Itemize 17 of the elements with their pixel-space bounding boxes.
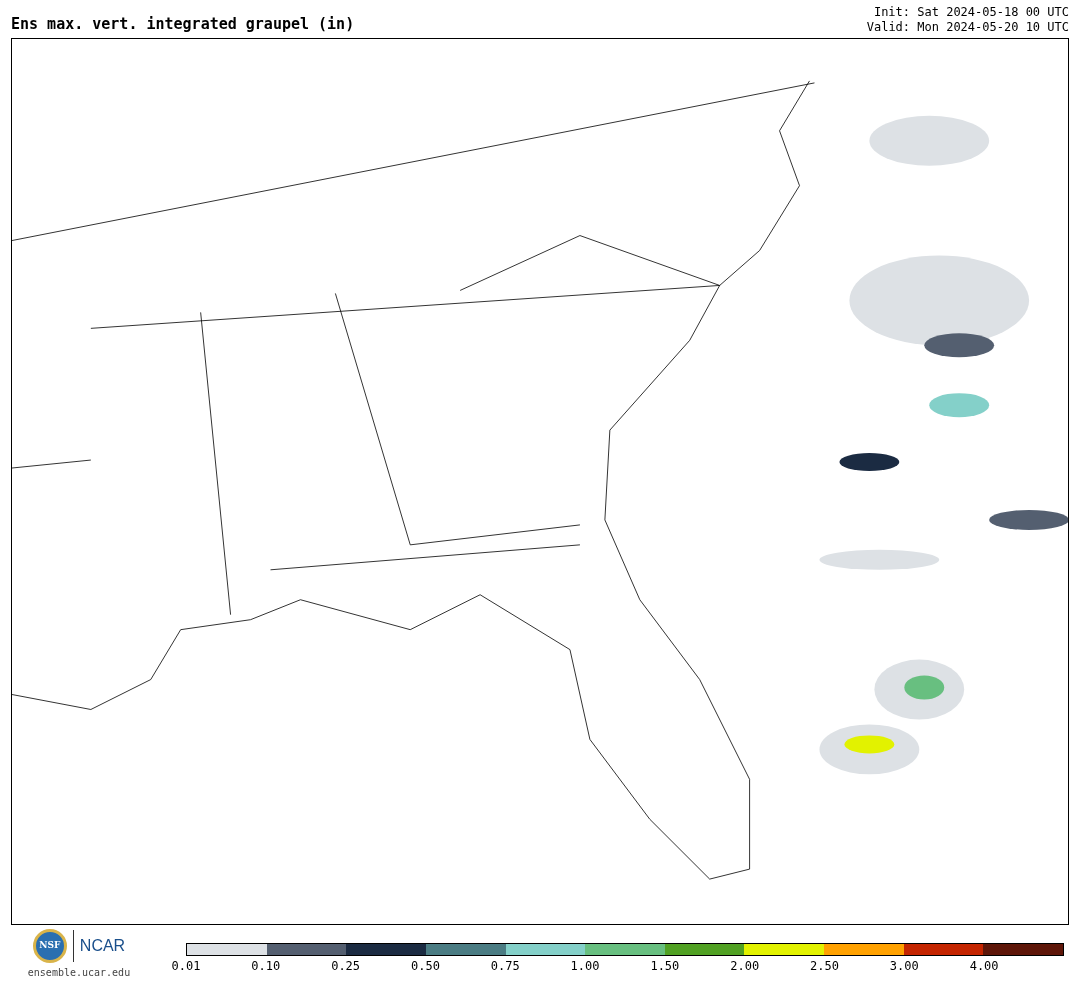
tick-label: 2.50: [810, 960, 839, 972]
init-time: Init: Sat 2024-05-18 00 UTC: [873, 5, 1069, 20]
tick-label: 1.50: [650, 960, 680, 972]
tick-label: 0.10: [251, 960, 281, 972]
valid-time: Valid: Mon 2024-05-20 10 UTC: [866, 20, 1069, 35]
tick-label: 0.75: [490, 960, 520, 972]
tick-label: 2.00: [730, 960, 760, 972]
tick-label: 3.00: [889, 960, 919, 972]
tick-label: 4.00: [969, 960, 999, 972]
chart-title: Ens max. vert. integrated graupel (in): [11, 13, 355, 35]
site-url: ensemble.ucar.edu: [27, 966, 131, 980]
tick-label: 0.25: [331, 960, 361, 972]
tick-label: 1.00: [570, 960, 600, 972]
ncar-logo: NCAR: [79, 936, 126, 956]
tick-label: 0.50: [411, 960, 440, 972]
nsf-logo: NSF: [32, 929, 67, 963]
tick-label: 0.01: [171, 960, 201, 972]
